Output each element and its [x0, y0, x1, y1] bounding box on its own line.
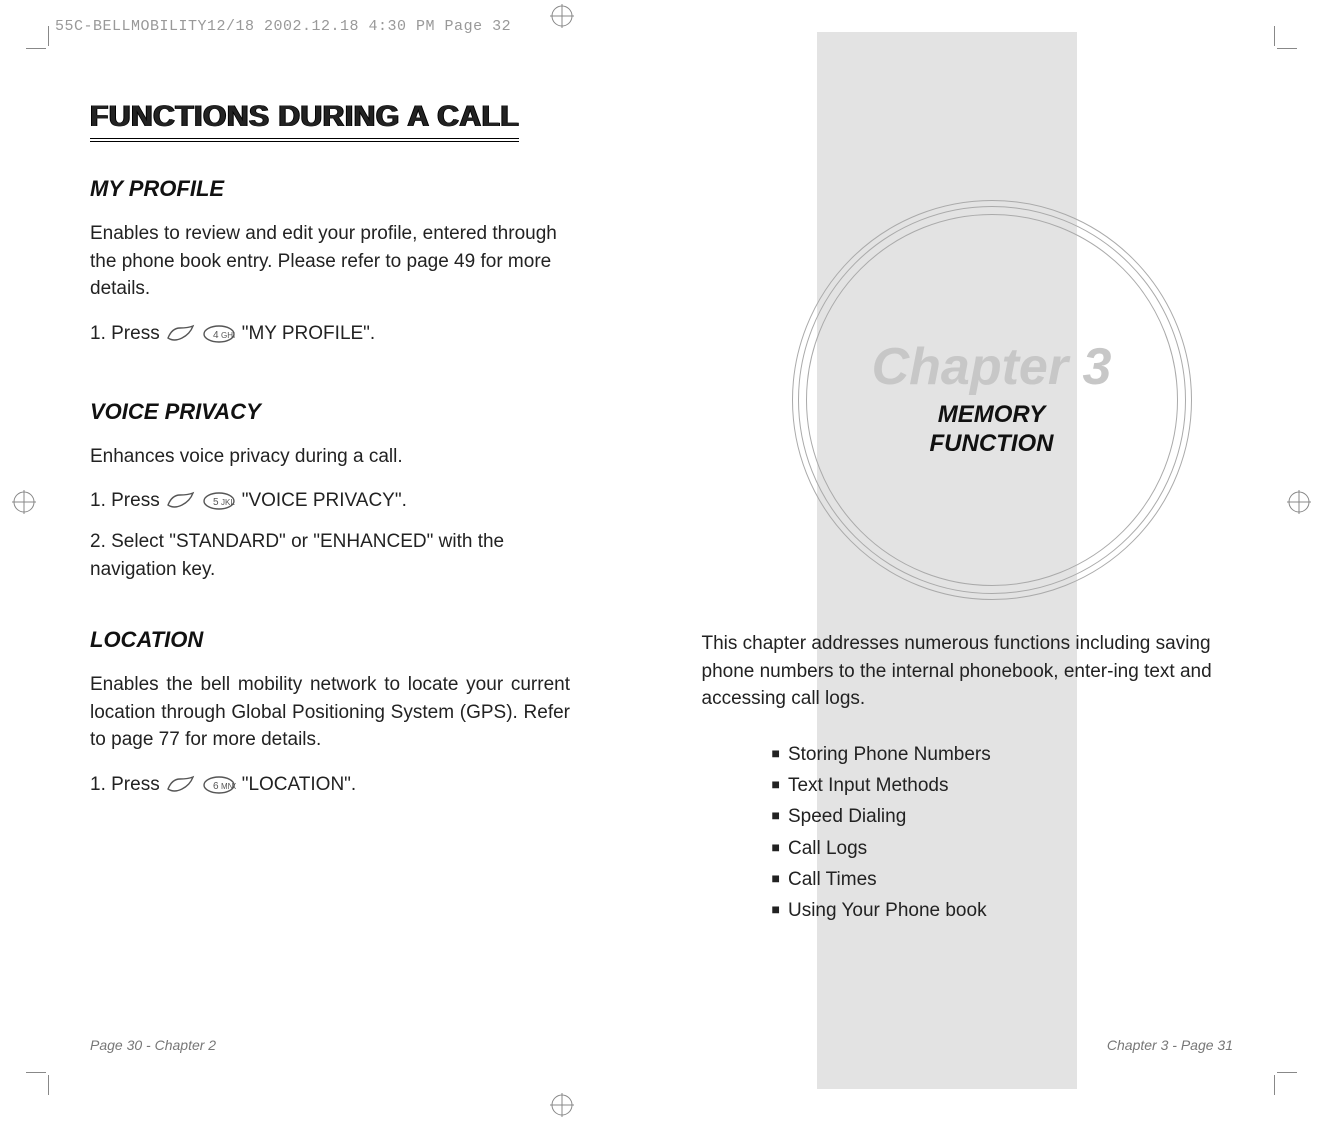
svg-text:5: 5: [213, 497, 219, 508]
svg-text:6: 6: [213, 781, 219, 792]
page-title: FUNCTIONS DURING A CALL: [90, 100, 519, 142]
softkey-icon: [166, 491, 196, 511]
left-page: FUNCTIONS DURING A CALL MY PROFILE Enabl…: [50, 50, 662, 1071]
print-header: 55C-BELLMOBILITY12/18 2002.12.18 4:30 PM…: [55, 18, 511, 35]
step-prefix: 1. Press: [90, 774, 160, 796]
chapter-rings: Chapter 3 MEMORY FUNCTION: [792, 200, 1192, 600]
softkey-icon: [166, 775, 196, 795]
svg-text:GHI: GHI: [221, 331, 235, 340]
list-item: Call Times: [772, 864, 1234, 895]
chapter-subtitle-line2: FUNCTION: [930, 430, 1054, 459]
chapter-header: Chapter 3 MEMORY FUNCTION: [792, 200, 1192, 600]
chapter-title: Chapter 3: [872, 341, 1112, 393]
page-spread: FUNCTIONS DURING A CALL MY PROFILE Enabl…: [50, 50, 1273, 1071]
step-suffix: "VOICE PRIVACY".: [242, 490, 407, 512]
step-suffix: "MY PROFILE".: [242, 323, 376, 345]
list-item: Speed Dialing: [772, 801, 1234, 832]
right-footer: Chapter 3 - Page 31: [1107, 1037, 1233, 1053]
registration-mark-top: [550, 4, 574, 28]
svg-text:MNO: MNO: [221, 782, 236, 791]
section-body: Enables to review and edit your profile,…: [90, 220, 570, 303]
list-item: Call Logs: [772, 833, 1234, 864]
key-6-icon: 6MNO: [202, 775, 236, 795]
right-page: Chapter 3 MEMORY FUNCTION This chapter a…: [662, 50, 1274, 1071]
section-heading: VOICE PRIVACY: [90, 399, 622, 425]
chapter-description: This chapter addresses numerous function…: [702, 630, 1234, 713]
step: 1. Press 5JKL "VOICE PRIVACY".: [90, 490, 622, 512]
key-5-icon: 5JKL: [202, 491, 236, 511]
section-body: Enhances voice privacy during a call.: [90, 443, 570, 471]
softkey-icon: [166, 324, 196, 344]
registration-mark-right: [1287, 490, 1311, 514]
left-footer: Page 30 - Chapter 2: [90, 1037, 216, 1053]
list-item: Using Your Phone book: [772, 895, 1234, 926]
step-prefix: 1. Press: [90, 323, 160, 345]
chapter-subtitle-line1: MEMORY: [930, 401, 1054, 430]
step: 1. Press 4GHI "MY PROFILE".: [90, 323, 622, 345]
step: 1. Press 6MNO "LOCATION".: [90, 774, 622, 796]
list-item: Text Input Methods: [772, 770, 1234, 801]
list-item: Storing Phone Numbers: [772, 739, 1234, 770]
section-heading: MY PROFILE: [90, 176, 622, 202]
registration-mark-left: [12, 490, 36, 514]
section-body: Enables the bell mobility network to loc…: [90, 671, 570, 754]
svg-text:4: 4: [213, 330, 219, 341]
section-heading: LOCATION: [90, 627, 622, 653]
registration-mark-bottom: [550, 1093, 574, 1117]
chapter-bullets: Storing Phone Numbers Text Input Methods…: [772, 739, 1234, 927]
step-prefix: 1. Press: [90, 490, 160, 512]
key-4-icon: 4GHI: [202, 324, 236, 344]
step-suffix: "LOCATION".: [242, 774, 356, 796]
svg-text:JKL: JKL: [221, 498, 235, 507]
step: 2. Select "STANDARD" or "ENHANCED" with …: [90, 528, 570, 583]
